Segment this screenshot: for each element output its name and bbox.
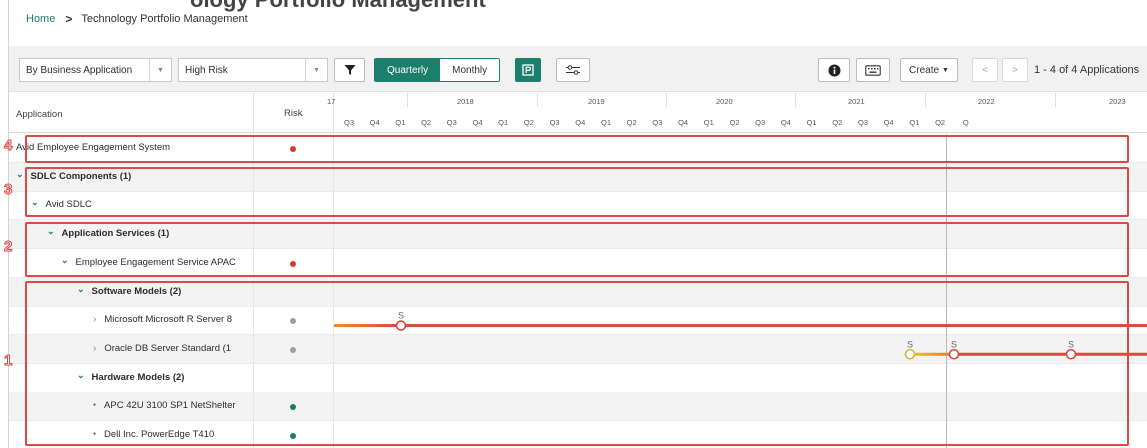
annotation-number: 3 [3,181,13,199]
annotation-box [25,281,1129,446]
annotation-number: 1 [3,352,13,370]
annotation-number: 2 [3,238,13,256]
annotation-box [25,167,1129,217]
annotation-number: 4 [3,137,13,155]
annotation-box [25,222,1129,277]
annotation-box [25,135,1129,163]
